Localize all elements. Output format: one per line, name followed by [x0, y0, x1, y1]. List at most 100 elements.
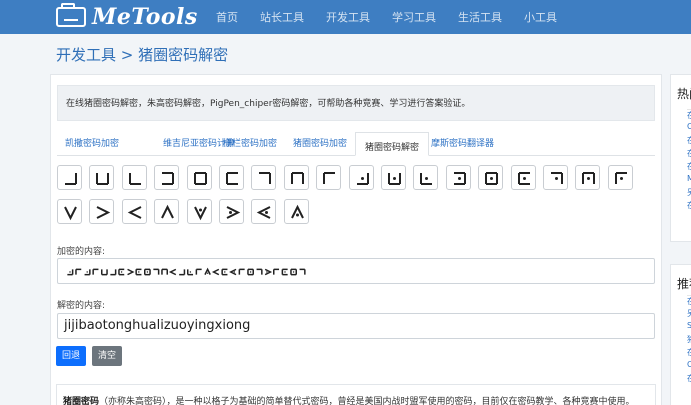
pigpen-g-glyph-icon	[259, 172, 272, 184]
pigpen-h-glyph-icon	[290, 172, 304, 184]
pigpen-j-glyph-icon	[356, 173, 369, 185]
pigpen-w-glyph-icon	[193, 206, 207, 221]
clear-button[interactable]: 清空	[92, 346, 122, 366]
pigpen-c-key[interactable]	[121, 165, 147, 190]
pigpen-n-key[interactable]	[478, 165, 504, 190]
pigpen-f-key[interactable]	[219, 165, 244, 190]
recommended-link[interactable]: C	[687, 360, 691, 370]
cipher-glyph	[256, 268, 263, 275]
pigpen-g-key[interactable]	[251, 165, 277, 190]
pigpen-y-key[interactable]	[251, 199, 277, 224]
cipher-glyph	[101, 269, 108, 276]
pigpen-a-key[interactable]	[57, 165, 82, 190]
pigpen-r-key[interactable]	[607, 165, 633, 190]
recommended-link[interactable]: 在	[687, 295, 691, 305]
decrypted-text: jijibaotonghualizuoyingxiong	[64, 318, 251, 333]
tool-tabs: 凯撒密码加密 维吉尼亚密码计算 栅栏密码加密 猪圈密码加密 猪圈密码解密 摩斯密…	[57, 132, 655, 156]
cipher-glyph	[153, 268, 160, 275]
cipher-glyph	[144, 268, 151, 276]
pigpen-t-key[interactable]	[89, 199, 115, 224]
pigpen-w-key[interactable]	[186, 199, 212, 224]
nav-study-tools[interactable]: 学习工具	[392, 9, 436, 25]
pigpen-l-key[interactable]	[413, 165, 439, 190]
hot-tool-link[interactable]: M	[687, 174, 691, 184]
hot-tools-panel: 热门 在 C 在 在 在 M 另 在	[670, 74, 691, 242]
pigpen-i-glyph-icon	[323, 172, 336, 184]
hot-tool-link[interactable]: 在	[687, 135, 691, 145]
pigpen-u-key[interactable]	[121, 199, 147, 224]
tab-caesar[interactable]: 凯撒密码加密	[65, 136, 119, 149]
nav-small-tools[interactable]: 小工具	[524, 9, 557, 25]
cipher-glyph	[92, 268, 99, 275]
tab-pigpen-encrypt[interactable]: 猪圈密码加密	[293, 136, 347, 149]
pigpen-c-glyph-icon	[128, 173, 141, 185]
cipher-glyph	[273, 268, 280, 275]
pigpen-q-glyph-icon	[582, 172, 596, 184]
cipher-glyph	[247, 268, 254, 276]
pigpen-s-key[interactable]	[57, 199, 82, 224]
decrypted-label: 解密的内容:	[57, 301, 106, 311]
pigpen-k-key[interactable]	[381, 165, 406, 190]
hot-tool-link[interactable]: 另	[687, 187, 691, 197]
encrypted-label: 加密的内容:	[57, 247, 106, 257]
pigpen-y-glyph-icon	[257, 206, 271, 219]
nav-dev-tools[interactable]: 开发工具	[326, 9, 370, 25]
pigpen-v-key[interactable]	[154, 199, 180, 224]
pigpen-x-key[interactable]	[219, 199, 244, 224]
tool-description: 在线猪圈密码解密，朱高密码解密，PigPen_chiper密码解密，可帮助各种竞…	[57, 85, 655, 121]
cipher-glyph	[168, 268, 177, 276]
pigpen-e-glyph-icon	[193, 172, 207, 185]
pigpen-d-glyph-icon	[162, 172, 175, 185]
pigpen-z-key[interactable]	[283, 199, 309, 224]
hot-tool-link[interactable]: 在	[687, 109, 691, 119]
nav-webmaster-tools[interactable]: 站长工具	[260, 9, 304, 25]
cipher-glyph	[229, 268, 237, 276]
encrypted-field[interactable]	[57, 258, 655, 284]
pigpen-a-glyph-icon	[65, 173, 77, 185]
tab-pigpen-decrypt[interactable]: 猪圈密码解密	[355, 132, 430, 156]
logo-text: MeTools	[92, 4, 198, 30]
hot-tool-link[interactable]: 在	[687, 161, 691, 171]
site-logo[interactable]: MeTools	[56, 3, 198, 30]
cipher-glyph	[187, 269, 194, 276]
pigpen-r-glyph-icon	[614, 172, 627, 184]
pigpen-f-glyph-icon	[226, 172, 238, 185]
pigpen-o-key[interactable]	[510, 165, 536, 190]
pigpen-j-key[interactable]	[348, 165, 374, 190]
pigpen-p-key[interactable]	[543, 165, 568, 190]
pigpen-h-key[interactable]	[283, 165, 309, 190]
decrypted-field[interactable]: jijibaotonghualizuoyingxiong	[57, 313, 655, 339]
hot-tool-link[interactable]: 在	[687, 200, 691, 210]
pigpen-k-glyph-icon	[388, 173, 401, 185]
nav-life-tools[interactable]: 生活工具	[458, 9, 502, 25]
hot-tool-link[interactable]: C	[687, 122, 691, 132]
recommended-link[interactable]: 猪	[687, 334, 691, 344]
pigpen-p-glyph-icon	[551, 172, 563, 184]
pigpen-q-key[interactable]	[575, 165, 601, 190]
recommended-link[interactable]: 在	[687, 373, 691, 383]
tool-panel: 在线猪圈密码解密，朱高密码解密，PigPen_chiper密码解密，可帮助各种竞…	[50, 74, 662, 405]
tab-railfence[interactable]: 栅栏密码加密	[223, 136, 277, 149]
pigpen-d-key[interactable]	[154, 165, 180, 190]
pigpen-b-key[interactable]	[89, 165, 115, 190]
tab-morse[interactable]: 摩斯密码翻译器	[431, 136, 494, 149]
recommended-link[interactable]: 另	[687, 308, 691, 318]
pigpen-t-glyph-icon	[96, 206, 111, 219]
recommended-link[interactable]: S	[687, 321, 691, 331]
pigpen-i-key[interactable]	[316, 165, 342, 190]
pigpen-o-glyph-icon	[517, 172, 530, 185]
pigpen-v-glyph-icon	[161, 204, 175, 219]
back-button[interactable]: 回退	[56, 346, 86, 366]
pigpen-z-glyph-icon	[290, 204, 304, 219]
pigpen-m-key[interactable]	[445, 165, 471, 190]
nav-home[interactable]: 首页	[216, 9, 238, 25]
pigpen-e-key[interactable]	[186, 165, 212, 190]
intro-note: 猪圈密码（亦称朱高密码），是一种以格子为基础的简单替代式密码，曾经是美国内战时盟…	[56, 384, 656, 405]
cipher-glyph	[290, 268, 297, 276]
cipher-glyph	[221, 268, 228, 276]
intro-note-text: （亦称朱高密码），是一种以格子为基础的简单替代式密码，曾经是美国内战时盟军使用的…	[99, 397, 635, 405]
cipher-glyph	[135, 268, 142, 276]
recommended-link[interactable]: 在	[687, 347, 691, 357]
cipher-glyph	[281, 268, 288, 276]
hot-tool-link[interactable]: 在	[687, 148, 691, 158]
